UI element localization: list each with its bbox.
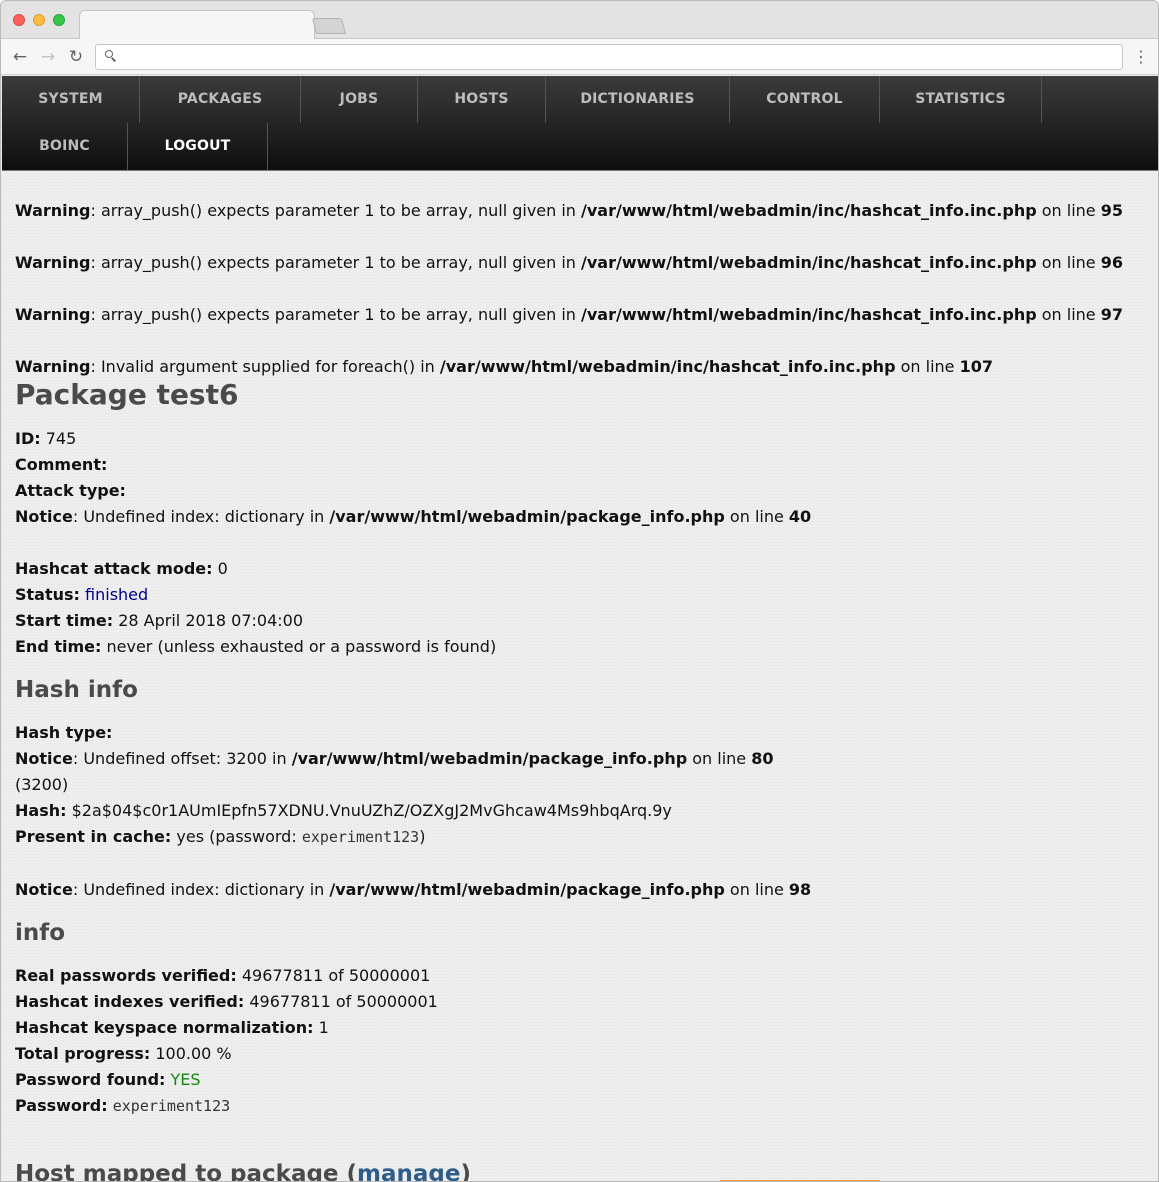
password: Password: experiment123: [15, 1096, 231, 1115]
menu-boinc[interactable]: BOINC: [2, 123, 128, 170]
maximize-window-icon[interactable]: [53, 14, 65, 26]
menu-system[interactable]: SYSTEM: [2, 76, 140, 123]
menu-dictionaries[interactable]: DICTIONARIES: [546, 76, 730, 123]
total-progress: Total progress: 100.00 %: [15, 1044, 232, 1063]
present-in-cache: Present in cache: yes (password: experim…: [15, 827, 426, 846]
hash-type: Hash type:: [15, 723, 113, 742]
password-found: Password found: YES: [15, 1070, 201, 1089]
php-notice: Notice: Undefined index: dictionary in /…: [15, 880, 812, 899]
package-comment: Comment:: [15, 455, 108, 474]
browser-tab[interactable]: [79, 10, 315, 40]
page: SYSTEM PACKAGES JOBS HOSTS DICTIONARIES …: [2, 76, 1158, 1181]
hashcat-attack-mode: Hashcat attack mode: 0: [15, 559, 228, 578]
end-time: End time: never (unless exhausted or a p…: [15, 637, 497, 656]
browser-toolbar: ← → ↻ ⋮: [1, 39, 1158, 75]
hosts-heading: Host mapped to package (manage): [15, 1161, 471, 1181]
hash-value: Hash: $2a$04$c0r1AUmIEpfn57XDNU.VnuUZhZ/…: [15, 801, 672, 820]
password-found-badge: YES: [170, 1070, 201, 1089]
browser-menu-icon[interactable]: ⋮: [1133, 47, 1149, 67]
php-warning: Warning: Invalid argument supplied for f…: [15, 357, 993, 376]
package-id: ID: 745: [15, 429, 77, 448]
browser-window: ← → ↻ ⋮ SYSTEM PACKAGES JOBS HOSTS DICTI…: [0, 0, 1159, 1182]
php-notice: Notice: Undefined index: dictionary in /…: [15, 507, 812, 526]
minimize-window-icon[interactable]: [33, 14, 45, 26]
php-warning: Warning: array_push() expects parameter …: [15, 201, 1123, 220]
php-warning: Warning: array_push() expects parameter …: [15, 305, 1123, 324]
real-passwords-verified: Real passwords verified: 49677811 of 500…: [15, 966, 431, 985]
package-status: Status: finished: [15, 585, 149, 604]
menu-logout[interactable]: LOGOUT: [128, 123, 268, 170]
php-warning: Warning: array_push() expects parameter …: [15, 253, 1123, 272]
back-arrow-icon[interactable]: ←: [9, 46, 31, 68]
menu-hosts[interactable]: HOSTS: [418, 76, 546, 123]
menu-jobs[interactable]: JOBS: [301, 76, 418, 123]
keyspace-normalization: Hashcat keyspace normalization: 1: [15, 1018, 329, 1037]
menu-packages[interactable]: PACKAGES: [140, 76, 301, 123]
tab-strip: [1, 1, 1158, 40]
menu-statistics[interactable]: STATISTICS: [880, 76, 1042, 123]
start-time: Start time: 28 April 2018 07:04:00: [15, 611, 303, 630]
menu-control[interactable]: CONTROL: [730, 76, 880, 123]
new-tab-button[interactable]: [311, 18, 347, 34]
search-icon: [104, 49, 118, 63]
close-window-icon[interactable]: [13, 14, 25, 26]
hashcat-indexes-verified: Hashcat indexes verified: 49677811 of 50…: [15, 992, 438, 1011]
hash-info-heading: Hash info: [15, 677, 138, 703]
hash-type-value: (3200): [15, 775, 69, 794]
manage-link[interactable]: manage: [357, 1161, 460, 1181]
info-heading: info: [15, 920, 66, 946]
php-notice: Notice: Undefined offset: 3200 in /var/w…: [15, 749, 774, 768]
package-attack-type: Attack type:: [15, 481, 126, 500]
reload-icon[interactable]: ↻: [65, 46, 87, 68]
page-title: Package test6: [15, 378, 239, 411]
forward-arrow-icon[interactable]: →: [37, 46, 59, 68]
status-badge: finished: [85, 585, 149, 604]
main-menu: SYSTEM PACKAGES JOBS HOSTS DICTIONARIES …: [2, 76, 1158, 171]
address-bar[interactable]: [95, 44, 1123, 70]
